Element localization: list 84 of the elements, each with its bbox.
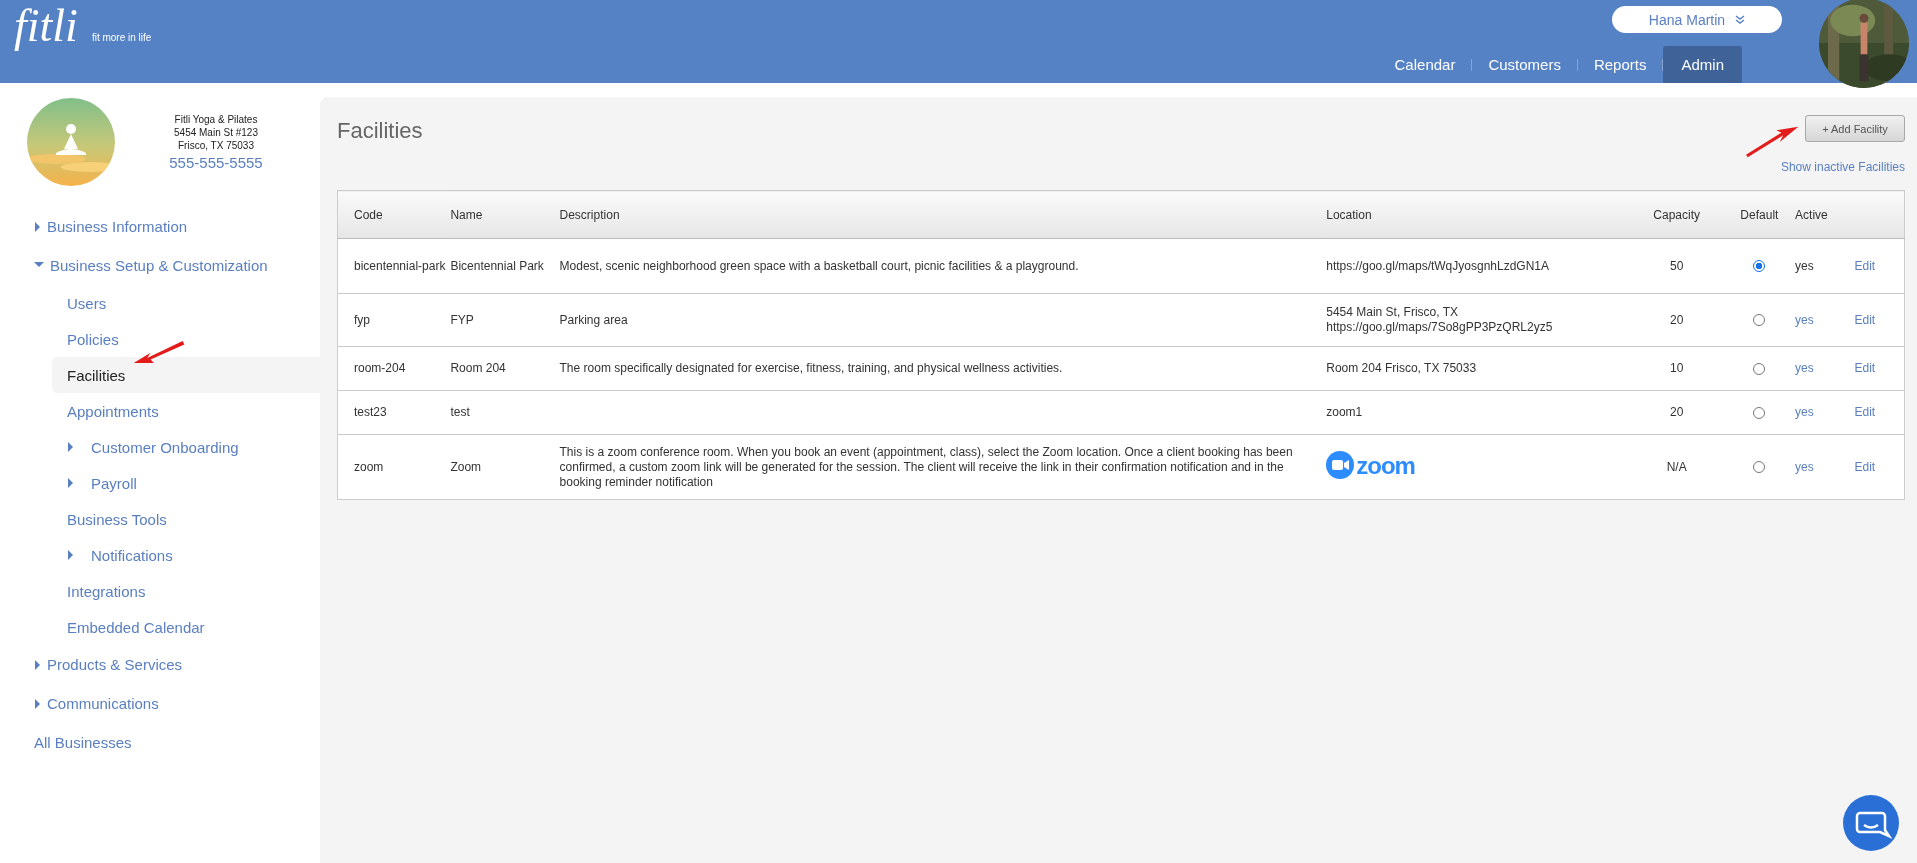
sidebar-item[interactable]: Customer Onboarding bbox=[52, 429, 320, 465]
default-radio[interactable] bbox=[1753, 260, 1766, 273]
sidebar-item[interactable]: Business Setup & Customization bbox=[0, 246, 320, 285]
sidebar-item[interactable]: Communications bbox=[0, 684, 320, 723]
column-header: Code bbox=[354, 207, 383, 222]
table-cell: test bbox=[450, 405, 470, 419]
camera-icon bbox=[1326, 451, 1355, 479]
default-radio[interactable] bbox=[1753, 314, 1766, 327]
nav-tab[interactable]: Customers bbox=[1472, 46, 1577, 83]
sidebar-item[interactable]: Business Information bbox=[0, 207, 320, 246]
column-header: Name bbox=[450, 207, 483, 222]
page-title: Facilities bbox=[337, 118, 423, 145]
active-link[interactable]: yes bbox=[1795, 312, 1814, 327]
sidebar-item[interactable]: Policies bbox=[52, 321, 320, 357]
column-header: Default bbox=[1740, 207, 1779, 222]
edit-link[interactable]: Edit bbox=[1854, 312, 1876, 327]
table-cell-text: zoom1 bbox=[1326, 405, 1364, 420]
sidebar-item[interactable]: Facilities bbox=[52, 357, 320, 393]
column-header: Location bbox=[1326, 207, 1372, 222]
table-cell: Bicentennial Park bbox=[450, 258, 544, 273]
sidebar-item[interactable]: Embedded Calendar bbox=[52, 609, 320, 645]
chat-icon[interactable] bbox=[1843, 795, 1899, 851]
table-cell-text: 5454 Main St, Frisco, TX bbox=[1326, 305, 1460, 320]
table-cell-text: https://goo.gl/maps/7So8gPP3PzQRL2yz5 bbox=[1326, 320, 1554, 335]
business-phone: 555-555-5555 bbox=[168, 154, 264, 171]
nav-tab[interactable]: Reports bbox=[1577, 46, 1663, 83]
table-cell: 50 bbox=[1670, 258, 1684, 273]
table-cell: This is a zoom conference room. When you book an event (appointment, class), select the Zoom location. Once a client booking has been confirmed, a custom zoom link will be generated for the session. The client will receive the link in their confirmation notification and in the booking reminder notification bbox=[559, 444, 1293, 489]
column-header: Capacity bbox=[1653, 207, 1701, 222]
zoom-logo: zoom bbox=[1356, 457, 1415, 473]
default-radio[interactable] bbox=[1753, 406, 1766, 419]
table-cell: Modest, scenic neighborhood green space with a basketball court, picnic facilities & a playground. bbox=[559, 258, 1079, 273]
table-cell: Parking area bbox=[559, 312, 628, 327]
table-cell: zoom bbox=[354, 459, 384, 474]
sidebar-item[interactable]: Payroll bbox=[52, 465, 320, 501]
sidebar-item[interactable]: Integrations bbox=[52, 573, 320, 609]
sidebar-item[interactable]: Appointments bbox=[52, 393, 320, 429]
nav-tab[interactable]: Admin bbox=[1663, 46, 1742, 83]
table-cell: 20 bbox=[1670, 405, 1684, 419]
table-cell-text: https://goo.gl/maps/tWqJyosgnhLzdGN1A bbox=[1326, 258, 1550, 274]
table-cell: yes bbox=[1795, 258, 1814, 273]
table-cell: fyp bbox=[354, 312, 370, 327]
edit-link[interactable]: Edit bbox=[1854, 258, 1876, 273]
add-facility-button[interactable]: + Add Facility bbox=[1805, 115, 1905, 142]
column-header: Active bbox=[1795, 207, 1828, 222]
table-cell-text: Room 204 Frisco, TX 75033 bbox=[1326, 361, 1478, 376]
logo-tagline: fit more in life bbox=[91, 32, 152, 43]
default-radio[interactable] bbox=[1753, 461, 1766, 474]
chevron-icon bbox=[1735, 15, 1746, 24]
sidebar-item[interactable]: Notifications bbox=[52, 537, 320, 573]
table-cell: The room specifically designated for exercise, fitness, training, and physical wellness activities. bbox=[559, 361, 1063, 375]
default-radio[interactable] bbox=[1753, 362, 1766, 375]
table-cell: Room 204 bbox=[450, 361, 506, 375]
table-cell: FYP bbox=[450, 312, 474, 327]
business-address: 5454 Main St #123 bbox=[173, 126, 259, 139]
active-link[interactable]: yes bbox=[1795, 405, 1814, 419]
active-link[interactable]: yes bbox=[1795, 459, 1814, 474]
caret-right-icon bbox=[34, 221, 41, 232]
edit-link[interactable]: Edit bbox=[1854, 361, 1876, 375]
user-menu-button[interactable]: Hana Martin bbox=[1612, 6, 1782, 33]
sidebar-item[interactable]: All Businesses bbox=[0, 723, 320, 762]
sidebar-item[interactable]: Users bbox=[52, 285, 320, 321]
column-header: Description bbox=[559, 207, 620, 222]
caret-right-icon bbox=[67, 442, 74, 452]
table-cell: 10 bbox=[1670, 361, 1684, 375]
nav-tab[interactable]: Calendar bbox=[1378, 46, 1472, 83]
caret-right-icon bbox=[34, 698, 41, 709]
table-cell: N/A bbox=[1666, 459, 1687, 474]
business-name: Fitli Yoga & Pilates bbox=[173, 113, 259, 126]
caret-right-icon bbox=[67, 478, 74, 488]
table-cell: test23 bbox=[354, 405, 387, 419]
table-cell: 20 bbox=[1670, 312, 1684, 327]
edit-link[interactable]: Edit bbox=[1854, 405, 1876, 419]
logo[interactable]: fitli bbox=[14, 2, 78, 50]
caret-right-icon bbox=[67, 550, 74, 560]
table-cell: bicentennial-park bbox=[354, 258, 446, 273]
business-address: Frisco, TX 75033 bbox=[177, 139, 255, 152]
caret-right-icon bbox=[34, 659, 41, 670]
sidebar-item[interactable]: Products & Services bbox=[0, 645, 320, 684]
active-link[interactable]: yes bbox=[1795, 361, 1814, 375]
table-cell: Zoom bbox=[450, 459, 482, 474]
table-cell: room-204 bbox=[354, 361, 406, 375]
sidebar-item[interactable]: Business Tools bbox=[52, 501, 320, 537]
edit-link[interactable]: Edit bbox=[1854, 459, 1876, 474]
